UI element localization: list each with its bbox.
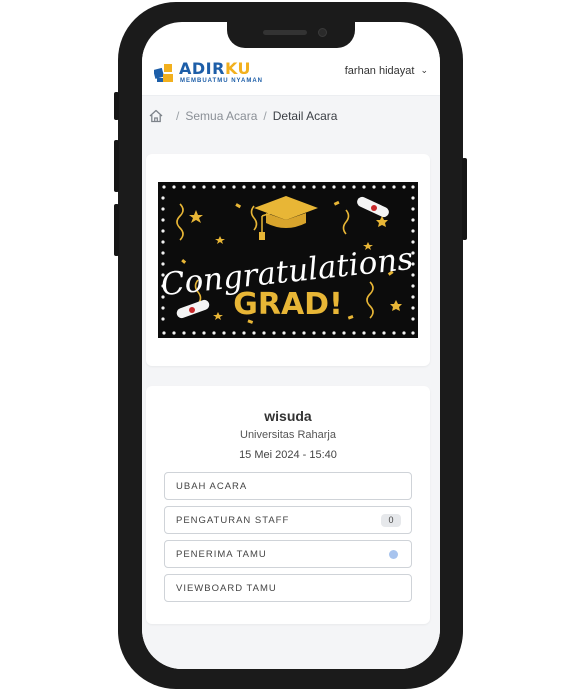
- phone-notch: [227, 22, 355, 48]
- breadcrumb-event-detail: Detail Acara: [272, 109, 338, 123]
- event-banner-image: Congratulations GRAD!: [158, 182, 418, 338]
- viewboard-button[interactable]: VIEWBOARD TAMU: [164, 574, 412, 602]
- speaker-grille: [263, 30, 307, 35]
- phone-volume-up: [114, 140, 119, 192]
- phone-power-button: [462, 158, 467, 240]
- user-menu[interactable]: farhan hidayat ⌄: [345, 65, 428, 77]
- breadcrumb: / Semua Acara / Detail Acara: [142, 96, 440, 136]
- logo-wordmark: ADIRKU: [179, 59, 252, 78]
- home-icon[interactable]: [148, 108, 164, 124]
- event-info-card: wisuda Universitas Raharja 15 Mei 2024 -…: [146, 386, 430, 624]
- staff-settings-button[interactable]: PENGATURAN STAFF 0: [164, 506, 412, 534]
- logo-icon: [154, 64, 173, 82]
- event-banner-card: Congratulations GRAD!: [146, 154, 430, 366]
- event-location: Universitas Raharja: [240, 429, 336, 441]
- event-datetime: 15 Mei 2024 - 15:40: [239, 449, 337, 461]
- breadcrumb-all-events[interactable]: Semua Acara: [185, 109, 257, 123]
- receptionist-button[interactable]: PENERIMA TAMU: [164, 540, 412, 568]
- banner-big-text: GRAD!: [233, 287, 343, 322]
- chevron-down-icon: ⌄: [420, 65, 428, 75]
- status-dot: [389, 550, 398, 559]
- breadcrumb-separator: /: [176, 109, 180, 123]
- phone-volume-down: [114, 204, 119, 256]
- phone-screen: ADIRKU MEMBUATMU NYAMAN farhan hidayat ⌄ …: [142, 22, 440, 669]
- main-content: Congratulations GRAD! wisuda Universitas…: [142, 136, 440, 669]
- logo-tagline: MEMBUATMU NYAMAN: [180, 78, 263, 84]
- user-name: farhan hidayat: [344, 65, 415, 77]
- breadcrumb-separator: /: [263, 109, 267, 123]
- event-title: wisuda: [264, 408, 312, 424]
- phone-mute-switch: [114, 92, 119, 120]
- app-header: ADIRKU MEMBUATMU NYAMAN farhan hidayat ⌄: [142, 48, 440, 96]
- viewboard-label: VIEWBOARD TAMU: [176, 582, 277, 594]
- receptionist-label: PENERIMA TAMU: [176, 548, 267, 560]
- staff-settings-label: PENGATURAN STAFF: [176, 514, 290, 526]
- edit-event-label: UBAH ACARA: [176, 480, 248, 492]
- edit-event-button[interactable]: UBAH ACARA: [164, 472, 412, 500]
- front-camera: [318, 28, 327, 37]
- staff-count-badge: 0: [381, 514, 401, 527]
